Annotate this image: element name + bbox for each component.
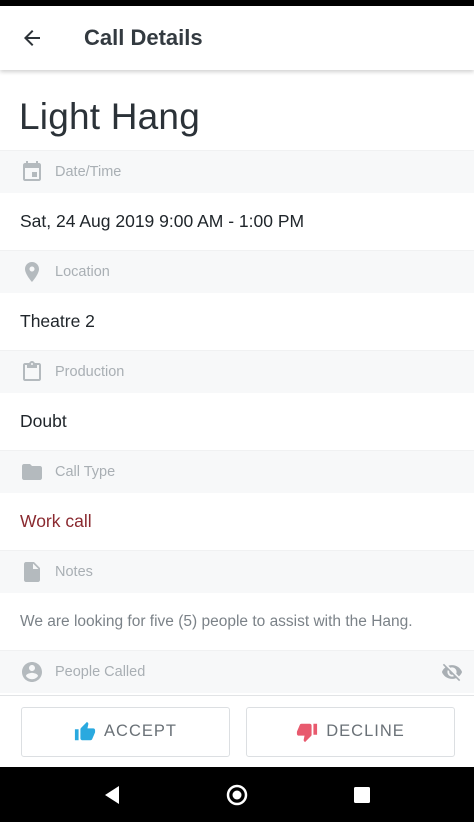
arrow-back-icon [24,30,40,46]
square-recents-icon [353,786,370,803]
app-bar: Call Details [0,6,474,70]
circle-home-icon [226,784,248,805]
production-header: Production [0,350,474,393]
nav-recents-button[interactable] [342,775,382,815]
location-label: Location [55,264,110,280]
location-value: Theatre 2 [20,311,95,331]
page-title: Call Details [84,25,203,50]
calendar-icon [20,160,44,184]
location-header: Location [0,250,474,293]
decline-label: DECLINE [326,722,405,740]
datetime-label: Date/Time [55,164,122,180]
people-called-header[interactable]: People Called [0,650,474,693]
action-bar: ACCEPT DECLINE [0,695,474,767]
clipboard-icon [20,360,44,384]
datetime-header: Date/Time [0,150,474,193]
folder-icon [20,460,44,484]
account-circle-icon [20,660,44,684]
notes-label: Notes [55,564,93,580]
visibility-off-icon[interactable] [440,660,464,684]
production-label: Production [55,364,125,380]
notes-value: We are looking for five (5) people to as… [20,612,413,630]
call-type-header: Call Type [0,450,474,493]
call-type-label: Call Type [55,464,116,480]
datetime-value: Sat, 24 Aug 2019 9:00 AM - 1:00 PM [20,211,305,231]
accept-label: ACCEPT [104,722,177,740]
call-details-content[interactable]: Light Hang Date/Time Sat, 24 Aug 2019 9:… [0,70,474,695]
call-type-value: Work call [20,511,92,531]
triangle-back-icon [105,785,120,804]
thumbs-down-icon [297,723,318,742]
call-name: Light Hang [19,96,200,137]
thumbs-up-icon [74,721,96,740]
accept-button[interactable]: ACCEPT [21,706,230,757]
nav-home-button[interactable] [217,775,257,815]
location-pin-icon [20,260,44,284]
nav-back-button[interactable] [92,775,132,815]
system-nav-bar [0,767,474,822]
decline-button[interactable]: DECLINE [246,706,455,757]
production-value: Doubt [20,411,67,431]
back-button[interactable] [0,6,64,70]
document-icon [20,560,44,584]
people-called-label: People Called [55,664,146,680]
notes-header: Notes [0,550,474,593]
